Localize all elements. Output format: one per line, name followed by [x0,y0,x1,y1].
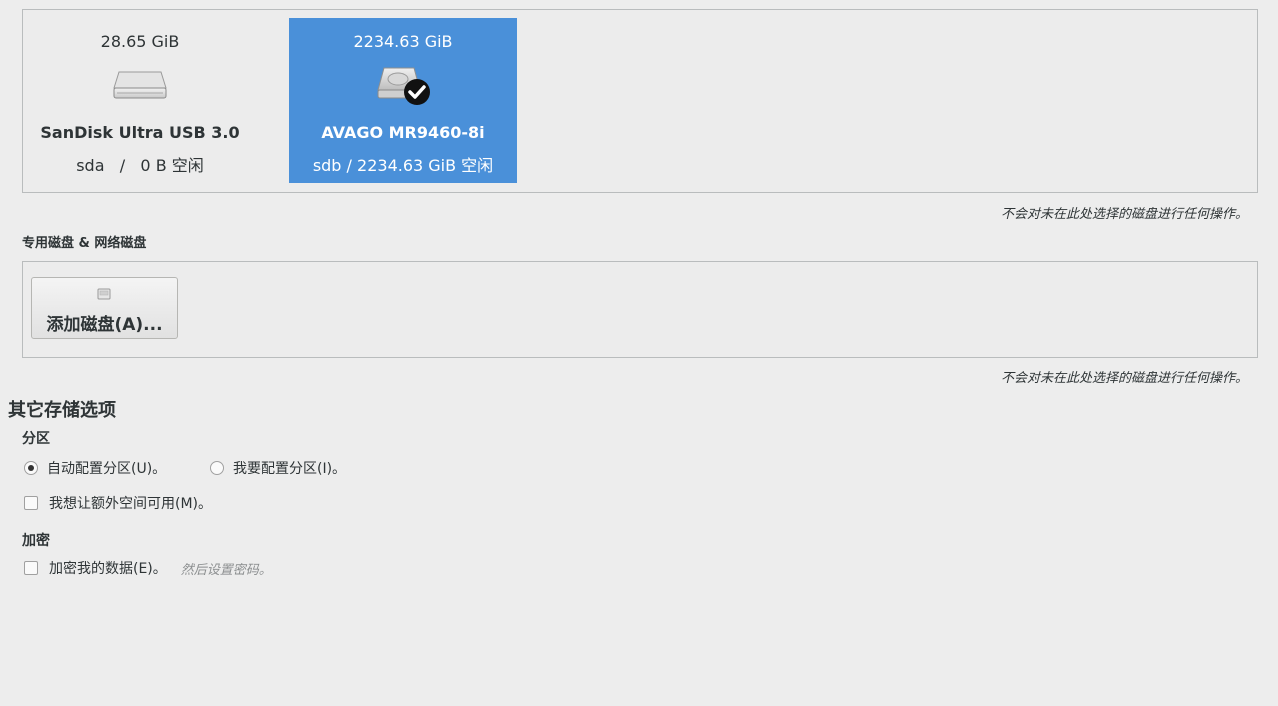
local-disks-note: 不会对未在此处选择的磁盘进行任何操作。 [1000,207,1248,222]
extra-space-checkbox[interactable]: 我想让额外空间可用(M)。 [24,493,212,513]
disk-name: AVAGO MR9460-8i [321,123,485,142]
encryption-heading: 加密 [22,533,50,549]
special-disks-heading: 专用磁盘 & 网络磁盘 [22,236,147,251]
add-disk-button[interactable]: 添加磁盘(A)... [31,277,178,339]
other-storage-heading: 其它存储选项 [8,400,116,421]
selected-check-icon [404,79,430,105]
manual-partition-radio[interactable]: 我要配置分区(I)。 [210,458,346,478]
local-disks-panel: 28.65 GiB SanDisk Ultra USB 3.0 sda / 0 … [22,9,1258,193]
disk-sandisk-usb[interactable]: 28.65 GiB SanDisk Ultra USB 3.0 sda / 0 … [26,18,254,183]
usb-drive-icon [113,71,167,99]
encrypt-data-label: 加密我的数据(E)。 [49,561,167,577]
disk-size: 28.65 GiB [100,32,180,51]
auto-partition-radio[interactable]: 自动配置分区(U)。 [24,458,166,478]
partitioning-heading: 分区 [22,431,50,447]
add-disk-icon [97,288,111,300]
radio-checked-icon[interactable] [24,461,38,475]
special-disks-panel: 添加磁盘(A)... [22,261,1258,358]
encrypt-data-checkbox[interactable]: 加密我的数据(E)。 然后设置密码。 [24,558,272,578]
disk-free-space: sdb / 2234.63 GiB 空闲 [312,156,494,175]
disk-free-space: sda / 0 B 空闲 [76,156,204,175]
encryption-hint: 然后设置密码。 [180,562,272,578]
checkbox-icon[interactable] [24,561,38,575]
disk-name: SanDisk Ultra USB 3.0 [40,123,240,142]
hard-disk-icon [377,67,430,105]
extra-space-label: 我想让额外空间可用(M)。 [49,496,213,512]
checkbox-icon[interactable] [24,496,38,510]
auto-partition-label: 自动配置分区(U)。 [47,461,167,477]
disk-size: 2234.63 GiB [353,32,453,51]
add-disk-label: 添加磁盘(A)... [46,315,163,335]
manual-partition-label: 我要配置分区(I)。 [233,461,347,477]
special-disks-note: 不会对未在此处选择的磁盘进行任何操作。 [1000,371,1248,386]
radio-unchecked-icon[interactable] [210,461,224,475]
disk-avago-mr9460[interactable]: 2234.63 GiB AVAGO MR9460-8i sdb / 2234.6… [289,18,517,183]
